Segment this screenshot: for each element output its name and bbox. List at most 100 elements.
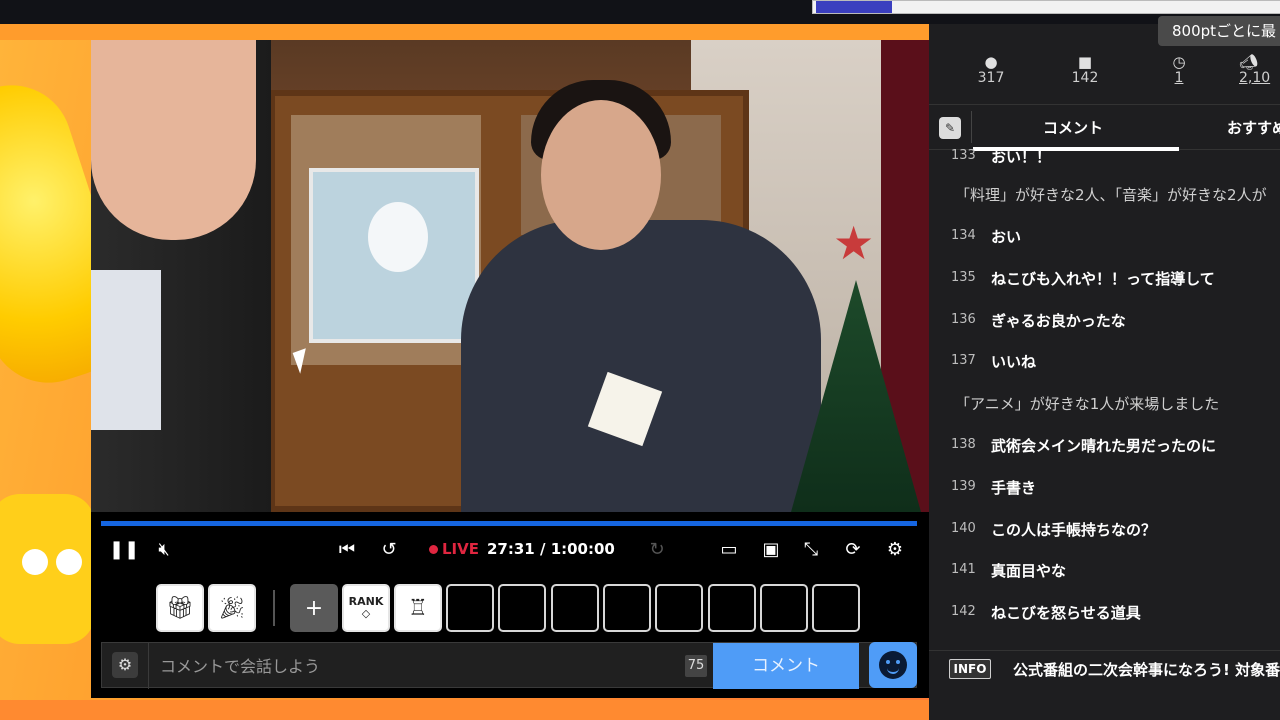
empty-slot[interactable] bbox=[498, 584, 546, 632]
ad-icon: 📣︎ bbox=[1239, 53, 1259, 71]
plus-icon: + bbox=[304, 595, 324, 621]
seek-bar[interactable] bbox=[101, 521, 917, 526]
video-person-left bbox=[91, 40, 271, 512]
forward-10-icon[interactable]: ↻ bbox=[645, 538, 669, 562]
clock-stat[interactable]: ◷ 1 bbox=[1149, 54, 1209, 86]
clock-count: 1 bbox=[1174, 70, 1184, 86]
emoji-button[interactable] bbox=[869, 642, 917, 688]
empty-slot[interactable] bbox=[708, 584, 756, 632]
video-painting bbox=[309, 168, 479, 343]
mute-icon[interactable]: 🔇︎ bbox=[151, 538, 177, 562]
tab-recommended[interactable]: おすすめ bbox=[1227, 117, 1280, 138]
info-badge: INFO bbox=[949, 659, 991, 679]
live-dot-icon bbox=[429, 545, 438, 554]
empty-slot[interactable] bbox=[603, 584, 651, 632]
rank-button[interactable]: RANK ◇ bbox=[342, 584, 390, 632]
comment-bar: ⚙︎ 75 コメント bbox=[101, 642, 917, 689]
stream-stats: ● 317 ■ 142 ◷ 1 📣︎ 2,10 bbox=[929, 46, 1280, 106]
gift-icon: 🎁︎ bbox=[166, 595, 194, 621]
decor-strip bbox=[0, 700, 930, 720]
fullscreen-icon[interactable]: ⤡ bbox=[799, 538, 823, 562]
top-bar bbox=[0, 0, 1280, 24]
comment-toggle-icon[interactable]: ▭ bbox=[717, 538, 741, 562]
comment-text: 手書き bbox=[991, 479, 1037, 497]
diamond-icon: ◇ bbox=[361, 607, 371, 620]
comment-settings-icon[interactable]: ✎ bbox=[939, 117, 961, 139]
comment-number: 137 bbox=[951, 353, 976, 368]
system-text: 「料理」が好きな2人、「音楽」が好きな2人が bbox=[955, 186, 1267, 204]
player-controls: ❚❚ 🔇︎ ⏮︎ ↺ LIVE 27:31 / 1:00:00 ↻ ▭ ▣ ⤡ ⟳… bbox=[91, 512, 929, 698]
comment-submit-button[interactable]: コメント bbox=[713, 643, 859, 689]
comment-row: 141 真面目やな bbox=[929, 556, 1280, 586]
reload-icon[interactable]: ⟳ bbox=[841, 538, 865, 562]
viewers-icon: ● bbox=[984, 53, 998, 71]
thumbnail-image bbox=[816, 1, 892, 13]
comment-text: おい bbox=[991, 228, 1022, 246]
comment-text: 武術会メイン晴れた男だったのに bbox=[991, 437, 1217, 455]
system-text: 「アニメ」が好きな1人が来場しました bbox=[955, 395, 1220, 413]
smiley-icon bbox=[879, 651, 907, 679]
time-separator: / bbox=[534, 540, 551, 558]
comment-row: 134 おい bbox=[929, 222, 1280, 252]
live-label: LIVE bbox=[442, 540, 479, 558]
viewer-stat: ● 317 bbox=[961, 54, 1021, 86]
empty-slot[interactable] bbox=[551, 584, 599, 632]
gift-button[interactable]: 🎁︎ bbox=[156, 584, 204, 632]
comment-text: 真面目やな bbox=[991, 562, 1067, 580]
add-item-button[interactable]: + bbox=[290, 584, 338, 632]
castle-button[interactable]: ♖ bbox=[394, 584, 442, 632]
comment-command-icon[interactable]: ⚙︎ bbox=[112, 652, 138, 678]
empty-slot[interactable] bbox=[760, 584, 808, 632]
empty-slot[interactable] bbox=[655, 584, 703, 632]
system-message: 「アニメ」が好きな1人が来場しました bbox=[929, 389, 1280, 419]
person-head bbox=[91, 40, 256, 240]
skip-back-icon[interactable]: ⏮︎ bbox=[335, 538, 359, 562]
cracker-button[interactable]: 🎉︎ bbox=[208, 584, 256, 632]
settings-gear-icon[interactable]: ⚙︎ bbox=[883, 538, 907, 562]
painting-face bbox=[368, 202, 428, 272]
toolbar-divider bbox=[273, 590, 275, 626]
comment-panel: ● 317 ■ 142 ◷ 1 📣︎ 2,10 ✎ コメント おすすめ 133 おい！！ … bbox=[929, 24, 1280, 720]
comment-text: この人は手帳持ちなの？ bbox=[991, 521, 1157, 539]
ad-count: 2,10 bbox=[1239, 70, 1271, 86]
comment-number: 134 bbox=[951, 228, 976, 243]
info-ticker[interactable]: INFO 公式番組の二次会幹事になろう! 対象番 bbox=[929, 650, 1280, 686]
video-frame[interactable]: ★ bbox=[91, 40, 929, 512]
clock-icon: ◷ bbox=[1172, 53, 1186, 71]
comment-count: 142 bbox=[1071, 70, 1099, 86]
theater-mode-icon[interactable]: ▣ bbox=[758, 538, 784, 562]
comment-input[interactable] bbox=[160, 651, 680, 681]
comment-row: 137 いいね bbox=[929, 347, 1280, 377]
time-total: 1:00:00 bbox=[550, 540, 615, 558]
comment-list[interactable]: 133 おい！！ 「料理」が好きな2人、「音楽」が好きな2人が 134 おい 135… bbox=[929, 148, 1280, 650]
top-thumbnail[interactable] bbox=[812, 0, 1280, 14]
comment-row: 138 武術会メイン晴れた男だったのに bbox=[929, 431, 1280, 461]
video-star-ornament: ★ bbox=[833, 216, 875, 270]
comment-row: 139 手書き bbox=[929, 473, 1280, 503]
person-head bbox=[541, 100, 661, 250]
ad-stat[interactable]: 📣︎ 2,10 bbox=[1239, 54, 1280, 86]
comment-row: 133 おい！！ bbox=[929, 142, 1280, 172]
rewind-10-icon[interactable]: ↺ bbox=[377, 538, 401, 562]
comments-icon: ■ bbox=[1077, 53, 1093, 71]
empty-slot[interactable] bbox=[812, 584, 860, 632]
speech-bubble-decoration bbox=[0, 494, 95, 644]
comment-text: ねこびも入れや！！って指導して bbox=[991, 270, 1215, 288]
comment-stat: ■ 142 bbox=[1055, 54, 1115, 86]
empty-slot[interactable] bbox=[446, 584, 494, 632]
comment-text: いいね bbox=[991, 353, 1037, 371]
comment-number: 139 bbox=[951, 479, 976, 494]
comment-text: ぎゃるお良かったな bbox=[991, 312, 1126, 330]
comment-row: 135 ねこびも入れや！！って指導して bbox=[929, 264, 1280, 294]
viewer-count: 317 bbox=[977, 70, 1005, 86]
comment-number: 141 bbox=[951, 562, 976, 577]
pause-icon[interactable]: ❚❚ bbox=[109, 538, 139, 562]
info-message: 公式番組の二次会幹事になろう! 対象番 bbox=[1013, 661, 1280, 679]
points-tooltip: 800ptごとに最 bbox=[1158, 16, 1280, 46]
person-shirt bbox=[91, 270, 161, 430]
comment-number: 133 bbox=[951, 148, 976, 163]
tab-comments[interactable]: コメント bbox=[1043, 117, 1103, 138]
system-message: 「料理」が好きな2人、「音楽」が好きな2人が bbox=[929, 180, 1280, 210]
comment-number: 135 bbox=[951, 270, 976, 285]
comment-text: おい！！ bbox=[991, 148, 1052, 166]
